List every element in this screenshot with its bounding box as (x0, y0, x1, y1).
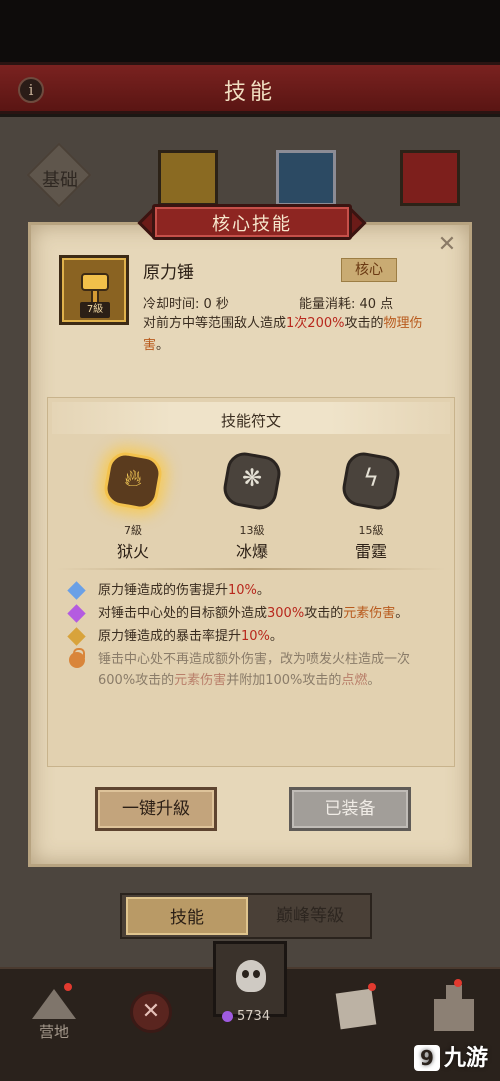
rune-section: 技能符文 🔥︎ 7級 狱火 ❋ 13級 冰爆 ϟ 15級 雷霆 原力锤造成的伤害… (47, 397, 455, 767)
notification-dot (368, 983, 376, 991)
basic-skill-tab[interactable]: 基础 (26, 142, 94, 210)
effect-ignite: 点燃 (341, 673, 368, 688)
watermark-text: 九游 (443, 1046, 488, 1071)
rune-ice-burst[interactable]: ❋ 13級 冰爆 (207, 444, 297, 564)
blue-skill-slot[interactable] (276, 150, 336, 206)
one-click-upgrade-button[interactable]: 一键升級 (95, 787, 217, 831)
rune-level: 13級 (239, 524, 265, 537)
skill-level-badge: 7級 (80, 302, 110, 318)
desc-percent: 200% (307, 316, 345, 331)
effect-value: 10% (241, 629, 270, 644)
close-circle-icon: ✕ (130, 991, 172, 1033)
effect-text: 。 (269, 629, 283, 644)
skill-tabs: 技能 巅峰等級 (120, 893, 372, 939)
effect-text: 。 (256, 583, 270, 598)
castle-icon (434, 985, 474, 1031)
equipped-button[interactable]: 已装备 (289, 787, 411, 831)
currency-value: 5734 (237, 1009, 271, 1024)
rune-effect-locked: 锤击中心处不再造成额外伤害，改为喷发火柱造成一次600%攻击的元素伤害并附加10… (69, 648, 440, 693)
notification-dot (64, 983, 72, 991)
effect-text: 攻击的 (304, 606, 344, 621)
purple-diamond-icon (67, 604, 86, 623)
notification-dot (454, 979, 462, 987)
scroll-icon (335, 988, 377, 1030)
watermark: 9 九游 (413, 1040, 488, 1072)
nav-scroll[interactable] (330, 983, 390, 1043)
skill-name: 原力锤 (143, 263, 194, 283)
tab-skill[interactable]: 技能 (126, 897, 248, 935)
nav-camp[interactable]: 营地 (24, 983, 84, 1043)
gold-diamond-icon (67, 627, 86, 646)
ice-burst-icon: ❋ (241, 464, 263, 492)
effect-text: 。 (367, 673, 381, 688)
effect-value: 10% (228, 583, 257, 598)
basic-tab-label: 基础 (42, 170, 78, 191)
skull-icon (236, 960, 266, 992)
effect-damage-type: 元素伤害 (174, 673, 227, 688)
desc-hit-count: 1次 (286, 316, 308, 331)
effect-text: 。 (395, 606, 409, 621)
rune-name: 雷霆 (354, 542, 387, 561)
rune-hellfire[interactable]: 🔥︎ 7級 狱火 (88, 444, 178, 564)
core-tag: 核心 (341, 258, 397, 282)
rune-header: 技能符文 (52, 402, 450, 434)
gem-icon (222, 1011, 233, 1022)
rune-level: 7級 (124, 524, 142, 537)
currency-display: 5734 (222, 1009, 292, 1024)
effect-damage-type: 元素伤害 (343, 606, 396, 621)
rune-name: 冰爆 (235, 542, 268, 561)
nav-close[interactable]: ✕ (124, 983, 184, 1043)
axe-skill-slot[interactable] (158, 150, 218, 206)
desc-part: 攻击的 (344, 316, 384, 331)
red-skill-slot[interactable] (400, 150, 460, 206)
nav-skills[interactable] (213, 941, 287, 1017)
skill-description: 对前方中等范围敌人造成1次200%攻击的物理伤害。 (143, 313, 443, 357)
effect-text: 对锤击中心处的目标额外造成 (98, 606, 268, 621)
lock-icon (69, 648, 85, 668)
blue-diamond-icon (67, 581, 86, 600)
tab-peak-level[interactable]: 巅峰等級 (252, 897, 368, 935)
effect-text: 并附加100%攻击的 (226, 673, 342, 688)
skill-dialog: ✕ 7級 原力锤 核心 冷却时间: 0 秒 能量消耗: 40 点 对前方中等范围… (28, 222, 472, 867)
energy-cost-text: 能量消耗: 40 点 (299, 297, 394, 312)
effect-text: 原力锤造成的暴击率提升 (98, 629, 242, 644)
effect-text: 原力锤造成的伤害提升 (98, 583, 229, 598)
effect-value: 300% (267, 606, 305, 621)
rune-level: 15級 (358, 524, 384, 537)
page-title: 技能 (223, 80, 276, 105)
rune-thunder[interactable]: ϟ 15級 雷霆 (326, 444, 416, 564)
thunder-icon: ϟ (363, 464, 379, 492)
nav-castle[interactable] (424, 979, 484, 1043)
watermark-logo-icon: 9 (413, 1045, 440, 1071)
core-skill-banner: 核心技能 (137, 204, 367, 240)
desc-part: 对前方中等范围敌人造成 (143, 316, 287, 331)
cooldown-text: 冷却时间: 0 秒 (143, 297, 229, 312)
rune-name: 狱火 (116, 542, 149, 561)
hammer-skill-icon: 7級 (59, 255, 129, 325)
divider (56, 568, 446, 570)
status-bar-area (0, 0, 500, 62)
fire-icon: 🔥︎ (124, 464, 142, 492)
close-icon[interactable]: ✕ (435, 233, 459, 257)
camp-label: 营地 (38, 1023, 69, 1041)
desc-part: 。 (156, 338, 170, 353)
tent-icon (32, 989, 76, 1019)
rune-section-title: 技能符文 (220, 412, 281, 430)
header: i 技能 (0, 62, 500, 114)
banner-title: 核心技能 (212, 214, 292, 235)
